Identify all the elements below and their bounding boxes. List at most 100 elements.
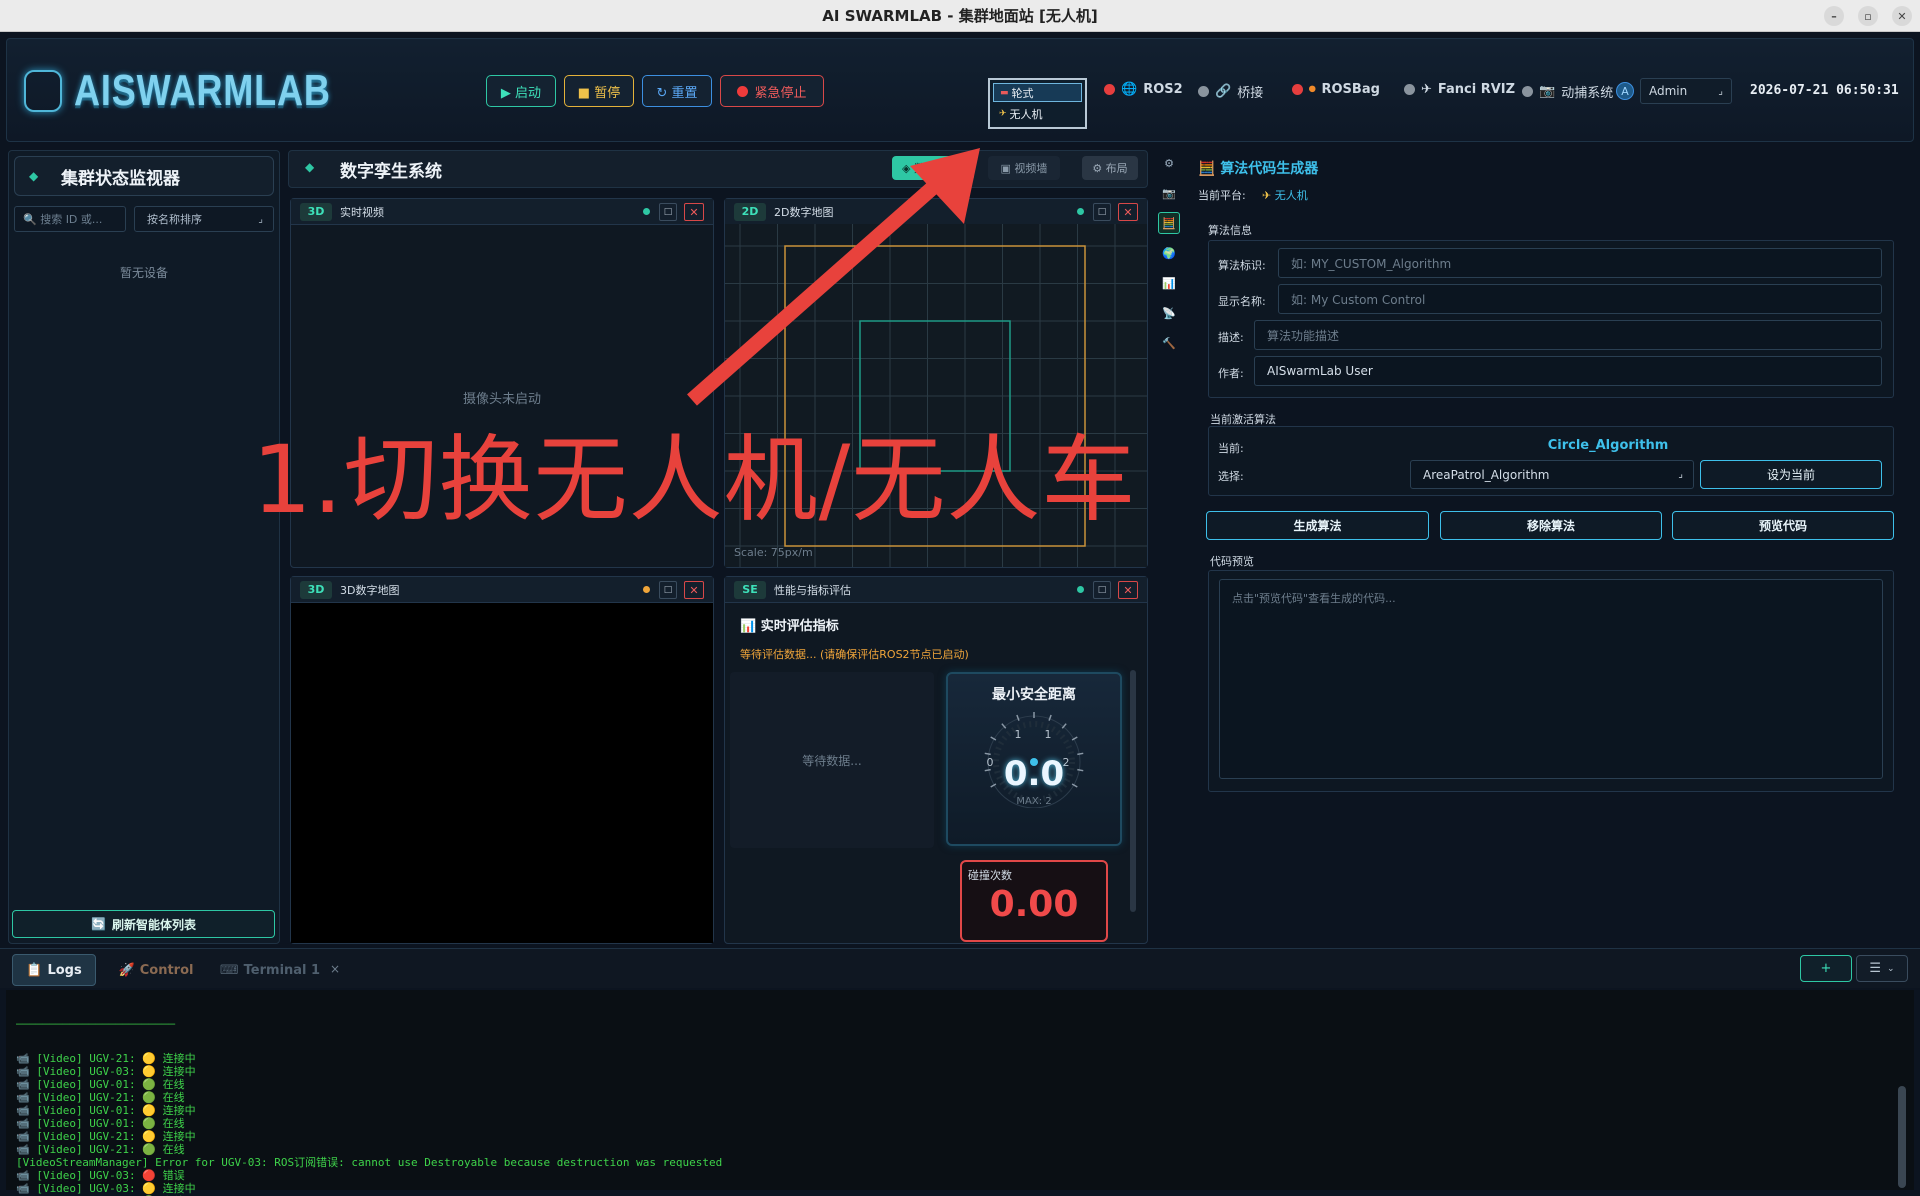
platform-option-wheeled[interactable]: ▬ 轮式 — [993, 83, 1082, 102]
field-label: 作者: — [1218, 367, 1244, 380]
log-line: 📹 [Video] UGV-03: 🟡 连接中 — [16, 1065, 196, 1078]
digital-twin-title: 数字孪生系统 — [340, 162, 442, 182]
field-label: 算法标识: — [1218, 259, 1266, 272]
clock: 2026-07-21 06:50:31 — [1750, 83, 1899, 98]
maximize-panel-button[interactable]: □ — [1093, 581, 1111, 599]
close-panel-button[interactable]: ✕ — [1118, 581, 1138, 599]
maximize-icon[interactable]: ▫ — [1858, 6, 1878, 26]
perf-scrollbar[interactable] — [1130, 670, 1136, 912]
tab-layout[interactable]: ⚙ 布局 — [1082, 156, 1138, 180]
select-label: 选择: — [1218, 470, 1244, 483]
globe-icon[interactable]: 🌍 — [1158, 242, 1180, 264]
log-line: 📹 [Video] UGV-03: 🟡 连接中 — [16, 1182, 196, 1195]
emergency-stop-button[interactable]: 紧急停止 — [720, 75, 824, 107]
reset-button[interactable]: ↻ 重置 — [642, 75, 712, 107]
drone-icon: ✈ — [999, 108, 1007, 119]
gear-icon[interactable]: ⚙ — [1158, 152, 1180, 174]
platform-option-drone[interactable]: ✈ 无人机 — [993, 104, 1082, 123]
bar-chart-icon[interactable]: 📊 — [1158, 272, 1180, 294]
collision-label: 碰撞次数 — [968, 869, 1012, 882]
chevron-down-icon: ⌟ — [1718, 85, 1723, 97]
current-label: 当前: — [1218, 442, 1244, 455]
status-dot-icon — [643, 586, 650, 593]
field-label: 显示名称: — [1218, 295, 1266, 308]
remove-algo-button[interactable]: 移除算法 — [1440, 511, 1662, 540]
metrics-title: 📊 实时评估指标 — [740, 619, 839, 634]
collision-value: 0.00 — [989, 884, 1079, 925]
record-icon: ⏺ — [1309, 82, 1316, 97]
hammer-icon[interactable]: 🔨 — [1158, 332, 1180, 354]
car-icon: ▬ — [1000, 87, 1009, 98]
algo-select[interactable]: AreaPatrol_Algorithm ⌟ — [1410, 460, 1694, 489]
camera-icon: 📷 — [1539, 84, 1556, 99]
preview-code-button[interactable]: 预览代码 — [1672, 511, 1894, 540]
generate-algo-button[interactable]: 生成算法 — [1206, 511, 1429, 540]
avatar[interactable]: A — [1616, 82, 1634, 100]
panel-header: 3D 3D数字地图 □ ✕ — [291, 577, 713, 603]
sort-select[interactable]: 按名称排序 ⌟ — [134, 206, 274, 232]
refresh-agents-button[interactable]: 🔄 刷新智能体列表 — [12, 910, 275, 938]
gauge-tick-label: 1 — [1045, 728, 1052, 741]
current-algo-value: Circle_Algorithm — [1547, 438, 1669, 453]
platform-option-label: 无人机 — [1009, 107, 1043, 121]
close-panel-button[interactable]: ✕ — [684, 581, 704, 599]
plane-icon: ✈ — [1421, 82, 1432, 97]
annotation-caption: 1.切换无人机/无人车 — [252, 426, 1137, 535]
globe-icon: 🌐 — [1121, 82, 1138, 97]
tab-terminal[interactable]: ⌨ Terminal 1 — [214, 954, 326, 986]
tab-logs[interactable]: 📋 Logs — [12, 954, 96, 986]
minimize-icon[interactable]: – — [1824, 6, 1844, 26]
waiting-data-text: 等待数据... — [802, 754, 862, 768]
tab-control[interactable]: 🚀 Control — [106, 954, 206, 986]
maximize-panel-button[interactable]: □ — [659, 581, 677, 599]
ros2-status: 🌐 ROS2 — [1104, 82, 1183, 97]
platform-dropdown[interactable]: ▬ 轮式 ✈ 无人机 — [988, 78, 1087, 129]
display-name-input[interactable]: 如: My Custom Control — [1278, 284, 1882, 314]
algo-info-section-title: 算法信息 — [1208, 224, 1252, 237]
start-button[interactable]: ▶ 启动 — [486, 75, 556, 107]
panel-title: 性能与指标评估 — [774, 583, 851, 597]
map-scale-label: Scale: 75px/m — [734, 546, 813, 559]
close-tab-icon[interactable]: × — [330, 962, 340, 976]
calculator-icon[interactable]: 🧮 — [1158, 212, 1180, 234]
maximize-panel-button[interactable]: □ — [1093, 203, 1111, 221]
log-list: 📹 [Video] UGV-21: 🟡 连接中 📹 [Video] UGV-03:… — [16, 1052, 722, 1196]
maximize-panel-button[interactable]: □ — [659, 203, 677, 221]
description-input[interactable]: 算法功能描述 — [1254, 320, 1882, 350]
drone-icon: ✈ — [1262, 189, 1272, 202]
log-line: 📹 [Video] UGV-01: 🟢 在线 — [16, 1078, 185, 1091]
pause-button[interactable]: ■ 暂停 — [564, 75, 634, 107]
camera-icon[interactable]: 📷 — [1158, 182, 1180, 204]
search-input[interactable]: 🔍 搜索 ID 或... — [14, 206, 126, 232]
swarm-monitor-title: ◆ 集群状态监视器 — [14, 156, 274, 196]
close-window-icon[interactable]: ✕ — [1892, 6, 1912, 26]
menu-button[interactable]: ☰ ⌄ — [1856, 955, 1908, 982]
panel-badge: 3D — [300, 580, 332, 599]
stop-icon — [737, 85, 749, 97]
active-algo-section-title: 当前激活算法 — [1210, 413, 1276, 426]
add-tab-button[interactable]: + — [1800, 955, 1852, 982]
algo-id-input[interactable]: 如: MY_CUSTOM_Algorithm — [1278, 248, 1882, 278]
author-input[interactable]: AISwarmLab User — [1254, 356, 1882, 386]
status-dot-icon — [1077, 586, 1084, 593]
bridge-status: 🔗 桥接 — [1198, 82, 1263, 101]
satellite-icon[interactable]: 📡 — [1158, 302, 1180, 324]
status-dot-icon — [1404, 84, 1415, 95]
gauge-max-label: MAX: 2 — [1016, 796, 1052, 807]
set-current-button[interactable]: 设为当前 — [1700, 460, 1882, 489]
panel-badge: 3D — [300, 202, 332, 221]
logo-text: AISWARMLAB — [74, 66, 331, 115]
map3d-canvas[interactable] — [291, 603, 713, 943]
rosbag-status: ⏺ ROSBag — [1292, 82, 1380, 97]
link-icon: 🔗 — [1215, 84, 1232, 99]
metrics-waiting-hint: 等待评估数据... (请确保评估ROS2节点已启动) — [740, 648, 969, 661]
refresh-icon: 🔄 — [91, 917, 106, 931]
user-select[interactable]: Admin ⌟ — [1640, 78, 1732, 104]
close-panel-button[interactable]: ✕ — [1118, 203, 1138, 221]
platform-option-label: 轮式 — [1011, 86, 1034, 100]
platform-value: ✈ 无人机 — [1262, 189, 1308, 202]
gauge-tick-label: 1 — [1015, 728, 1022, 741]
code-preview-textarea[interactable]: 点击"预览代码"查看生成的代码... — [1219, 579, 1883, 779]
diamond-icon: ◆ — [29, 169, 39, 183]
log-scrollbar[interactable] — [1898, 1086, 1906, 1188]
